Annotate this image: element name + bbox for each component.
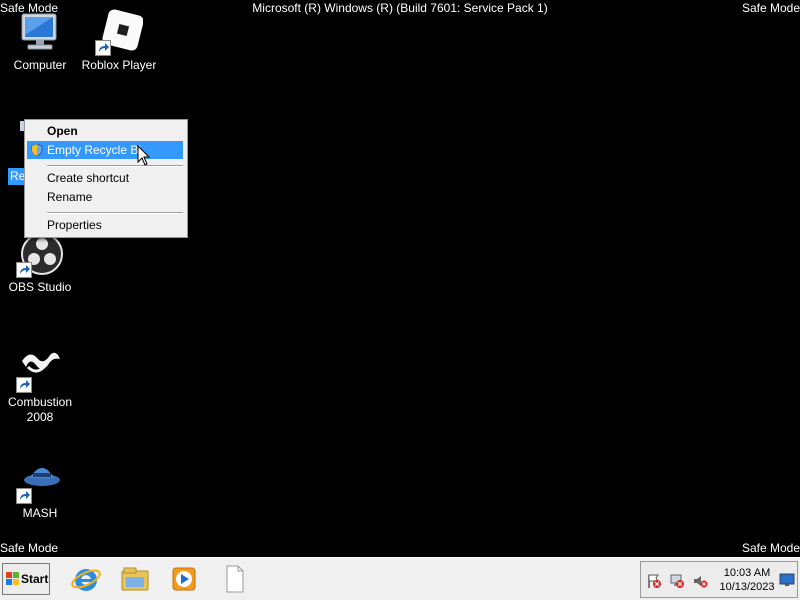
roblox-icon bbox=[95, 8, 144, 56]
desktop-icon-label: Computer bbox=[13, 58, 67, 72]
safe-mode-label-bottom-right: Safe Mode bbox=[741, 541, 800, 555]
desktop-icon-combustion-2008[interactable]: Combustion 2008 bbox=[1, 345, 79, 425]
menu-item-open[interactable]: Open bbox=[27, 122, 183, 140]
desktop-icon-label: Combustion bbox=[7, 395, 73, 409]
menu-item-rename[interactable]: Rename bbox=[27, 188, 183, 206]
clock-date: 10/13/2023 bbox=[719, 581, 775, 593]
windows-flag-icon bbox=[5, 571, 20, 589]
desktop-icon-label: MASH bbox=[22, 506, 58, 520]
volume-muted-icon[interactable] bbox=[692, 573, 708, 592]
uac-shield-icon bbox=[31, 143, 43, 162]
blank-document-icon bbox=[214, 563, 254, 595]
windows-explorer-icon bbox=[115, 563, 155, 595]
desktop-icon-obs-studio[interactable]: OBS Studio bbox=[1, 230, 79, 295]
menu-item-create-shortcut[interactable]: Create shortcut bbox=[27, 169, 183, 187]
desktop-icon-computer[interactable]: Computer bbox=[1, 8, 79, 73]
clock-time: 10:03 AM bbox=[723, 567, 771, 579]
network-disconnected-icon[interactable] bbox=[669, 573, 685, 592]
action-center-flag-icon[interactable] bbox=[646, 573, 662, 592]
taskbar: Start 10:03 AM 10/13/2023 bbox=[0, 557, 800, 600]
context-menu: Open Empty Recycle Bi Create shortcut Re… bbox=[24, 119, 188, 238]
shortcut-arrow-icon bbox=[95, 40, 111, 56]
safe-mode-label-top-right: Safe Mode bbox=[741, 1, 800, 15]
menu-separator bbox=[47, 212, 183, 214]
menu-item-label: Empty Recycle Bi bbox=[47, 143, 142, 157]
combustion-icon bbox=[16, 345, 64, 393]
menu-item-properties[interactable]: Properties bbox=[27, 216, 183, 234]
system-tray: 10:03 AM 10/13/2023 bbox=[640, 561, 798, 598]
media-player-icon bbox=[164, 563, 204, 595]
mash-icon bbox=[16, 456, 64, 504]
desktop[interactable]: Safe Mode Microsoft (R) Windows (R) (Bui… bbox=[0, 0, 800, 600]
start-button[interactable]: Start bbox=[2, 563, 50, 595]
desktop-icon-label: OBS Studio bbox=[8, 280, 72, 294]
shortcut-arrow-icon bbox=[16, 488, 32, 504]
shortcut-arrow-icon bbox=[16, 262, 32, 278]
taskbar-windows-explorer[interactable] bbox=[115, 561, 155, 597]
computer-icon bbox=[16, 8, 64, 56]
menu-separator bbox=[47, 165, 183, 167]
show-desktop-icon[interactable] bbox=[779, 573, 795, 590]
taskbar-media-player[interactable] bbox=[164, 561, 204, 597]
desktop-icon-mash[interactable]: MASH bbox=[1, 456, 79, 521]
safe-mode-label-bottom-left: Safe Mode bbox=[0, 541, 59, 555]
taskbar-internet-explorer[interactable] bbox=[66, 561, 106, 597]
desktop-icon-roblox-player[interactable]: Roblox Player bbox=[80, 8, 158, 73]
desktop-icon-label: 2008 bbox=[26, 410, 54, 424]
menu-item-empty-recycle-bin[interactable]: Empty Recycle Bi bbox=[27, 141, 183, 159]
desktop-icon-label: Roblox Player bbox=[81, 58, 157, 72]
mouse-cursor-icon bbox=[137, 144, 151, 170]
start-button-label: Start bbox=[21, 572, 49, 586]
internet-explorer-icon bbox=[66, 563, 106, 595]
shortcut-arrow-icon bbox=[16, 377, 32, 393]
clock[interactable]: 10:03 AM 10/13/2023 bbox=[715, 566, 779, 594]
taskbar-blank-document[interactable] bbox=[214, 561, 254, 597]
